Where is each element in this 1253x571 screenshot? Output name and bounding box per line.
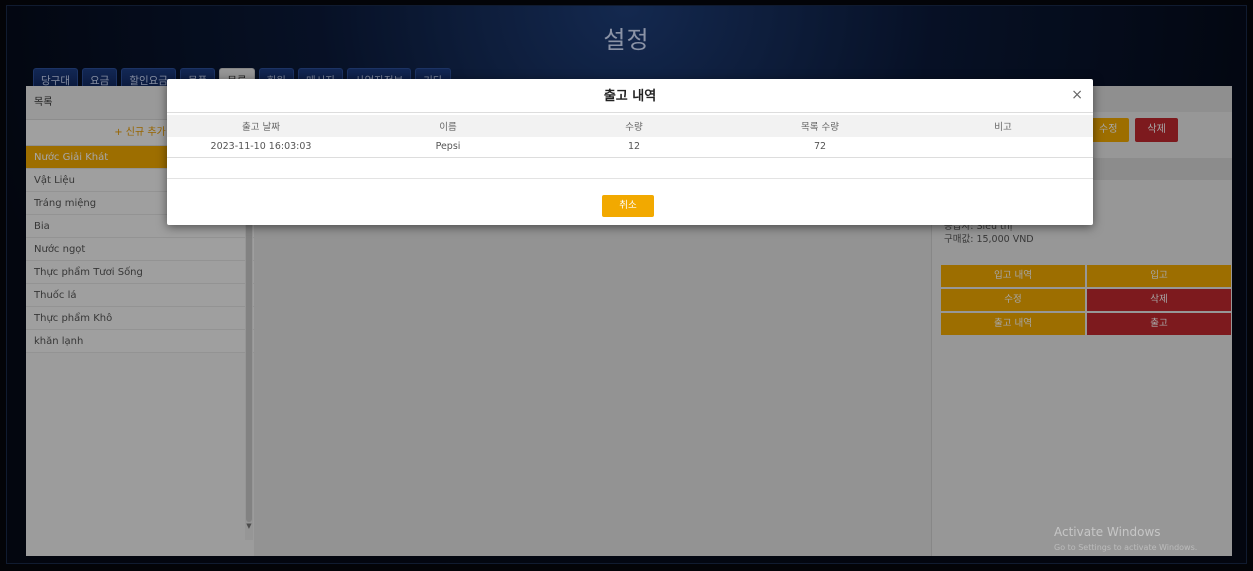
activation-watermark: Activate Windows: [1054, 525, 1161, 539]
table-cell: Pepsi: [355, 137, 541, 158]
divider: [167, 112, 1093, 113]
column-header: 이름: [355, 115, 541, 137]
cancel-button[interactable]: 취소: [602, 195, 654, 217]
dialog-title: 출고 내역: [603, 89, 657, 104]
stock-out-history-dialog: 출고 내역 × 출고 날짜 이름 수량 목록 수량 비고 2023-11-10 …: [167, 79, 1093, 225]
activation-watermark-hint: Go to Settings to activate Windows.: [1054, 543, 1198, 552]
close-icon[interactable]: ×: [1071, 87, 1083, 103]
column-header: 비고: [913, 115, 1093, 137]
table-cell: 2023-11-10 16:03:03: [167, 137, 355, 158]
table-cell: 72: [727, 137, 913, 158]
column-header: 출고 날짜: [167, 115, 355, 137]
column-header: 목록 수량: [727, 115, 913, 137]
table-cell: [913, 137, 1093, 158]
table-row[interactable]: 2023-11-10 16:03:03 Pepsi 12 72: [167, 137, 1093, 158]
column-header: 수량: [541, 115, 727, 137]
history-table: 출고 날짜 이름 수량 목록 수량 비고 2023-11-10 16:03:03…: [167, 115, 1093, 158]
table-cell: 12: [541, 137, 727, 158]
table-header-row: 출고 날짜 이름 수량 목록 수량 비고: [167, 115, 1093, 137]
divider: [167, 178, 1093, 179]
